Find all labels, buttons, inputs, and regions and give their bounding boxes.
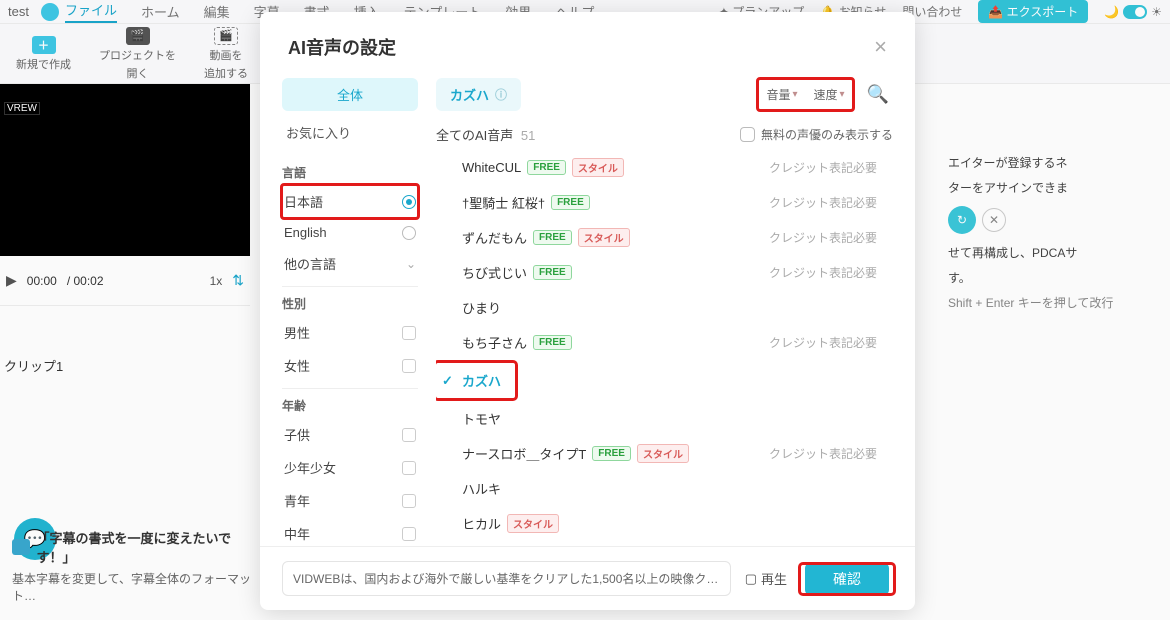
selected-voice-highlight: カズハ (436, 363, 515, 398)
voice-name: ずんだもん (462, 228, 527, 247)
chevron-down-icon: ▾ (793, 89, 798, 100)
free-badge: FREE (533, 230, 572, 245)
voice-name: †聖騎士 紅桜† (462, 193, 545, 212)
voice-name: トモヤ (462, 409, 501, 428)
voice-row[interactable]: ナースロボ＿タイプT FREE スタイル クレジット表記必要 (436, 436, 883, 471)
gender-female[interactable]: 女性 (282, 349, 418, 382)
voice-list[interactable]: WhiteCULFREEスタイルクレジット表記必要†聖騎士 紅桜†FREEクレジ… (436, 150, 893, 546)
list-title: 全てのAI音声 51 (436, 125, 535, 144)
preview-text-input[interactable]: VIDWEBは、国内および海外で厳しい基準をクリアした1,500名以上の映像クリ… (282, 561, 731, 596)
group-language: 言語 (282, 164, 418, 181)
voice-row[interactable]: ハルキ (436, 471, 883, 506)
group-gender: 性別 (282, 295, 418, 312)
voice-row[interactable]: もち子さん FREE クレジット表記必要 (436, 325, 883, 360)
filter-all[interactable]: 全体 (282, 78, 418, 111)
credit-note: クレジット表記必要 (769, 159, 877, 176)
radio-icon (402, 195, 416, 209)
style-badge: スタイル (507, 514, 559, 533)
lang-other[interactable]: 他の言語 ⌄ (282, 247, 418, 280)
voice-row[interactable]: †聖騎士 紅桜† FREE クレジット表記必要 (436, 185, 883, 220)
age-mid[interactable]: 中年 (282, 517, 418, 546)
close-icon[interactable]: × (874, 34, 887, 60)
checkbox-icon (402, 359, 416, 373)
ai-voice-settings-modal: AI音声の設定 × 全体 お気に入り 言語 日本語 English 他の言語 ⌄ (260, 12, 915, 610)
lang-japanese[interactable]: 日本語 (282, 185, 418, 218)
speed-dropdown[interactable]: 速度▾ (808, 82, 851, 107)
voice-row[interactable]: トモヤ (436, 401, 883, 436)
voice-row[interactable]: カズハ (436, 363, 507, 398)
checkbox-icon (402, 428, 416, 442)
age-child[interactable]: 子供 (282, 418, 418, 451)
style-badge: スタイル (578, 228, 630, 247)
voice-row[interactable]: ちび式じい FREE クレジット表記必要 (436, 255, 883, 290)
voice-main: カズハ ⓘ 音量▾ 速度▾ 🔍 全てのAI音声 51 無料の声優のみ表示する W… (436, 78, 893, 546)
credit-note: クレジット表記必要 (769, 264, 877, 281)
gender-male[interactable]: 男性 (282, 316, 418, 349)
voice-row[interactable]: ずんだもん FREE スタイル クレジット表記必要 (436, 220, 883, 255)
confirm-button[interactable]: 確認 (805, 563, 889, 595)
chevron-down-icon: ▾ (840, 89, 845, 100)
volume-dropdown[interactable]: 音量▾ (760, 82, 803, 107)
filter-sidebar: 全体 お気に入り 言語 日本語 English 他の言語 ⌄ 性別 男性 女性 (282, 78, 418, 546)
checkbox-icon (402, 527, 416, 541)
voice-name: WhiteCUL (462, 160, 521, 175)
voice-name: ナースロボ＿タイプT (462, 444, 586, 463)
free-badge: FREE (533, 335, 572, 350)
voice-name: もち子さん (462, 333, 527, 352)
lang-english[interactable]: English (282, 218, 418, 247)
free-badge: FREE (533, 265, 572, 280)
credit-note: クレジット表記必要 (769, 229, 877, 246)
voice-row[interactable]: WhiteCUL FREE スタイル クレジット表記必要 (436, 150, 883, 185)
free-badge: FREE (527, 160, 566, 175)
free-only-toggle[interactable]: 無料の声優のみ表示する (740, 126, 893, 143)
credit-note: クレジット表記必要 (769, 445, 877, 462)
free-badge: FREE (551, 195, 590, 210)
modal-title: AI音声の設定 (288, 34, 396, 60)
filter-favorites[interactable]: お気に入り (282, 117, 418, 156)
age-youth[interactable]: 青年 (282, 484, 418, 517)
voice-name: ハルキ (462, 479, 501, 498)
free-badge: FREE (592, 446, 631, 461)
selected-voice-chip[interactable]: カズハ ⓘ (436, 78, 521, 111)
voice-name: ひまり (462, 298, 501, 317)
voice-row[interactable]: ヒカルスタイル (436, 506, 883, 541)
age-teen[interactable]: 少年少女 (282, 451, 418, 484)
chevron-down-icon: ⌄ (406, 257, 416, 271)
voice-row[interactable]: ひまり (436, 290, 883, 325)
checkbox-icon (740, 127, 755, 142)
voice-name: ちび式じい (462, 263, 527, 282)
voice-name: ヒカル (462, 514, 501, 533)
voice-name: カズハ (462, 371, 501, 390)
checkbox-icon (402, 494, 416, 508)
group-age: 年齢 (282, 397, 418, 414)
search-icon[interactable]: 🔍 (863, 82, 893, 107)
preview-play-button[interactable]: ▢ 再生 (745, 569, 787, 588)
credit-note: クレジット表記必要 (769, 334, 877, 351)
modal-footer: VIDWEBは、国内および海外で厳しい基準をクリアした1,500名以上の映像クリ… (260, 546, 915, 610)
checkbox-icon (402, 326, 416, 340)
radio-icon (402, 226, 416, 240)
volume-speed-group: 音量▾ 速度▾ (758, 79, 852, 110)
style-badge: スタイル (572, 158, 624, 177)
info-icon: ⓘ (495, 86, 507, 103)
credit-note: クレジット表記必要 (769, 194, 877, 211)
checkbox-icon (402, 461, 416, 475)
style-badge: スタイル (637, 444, 689, 463)
